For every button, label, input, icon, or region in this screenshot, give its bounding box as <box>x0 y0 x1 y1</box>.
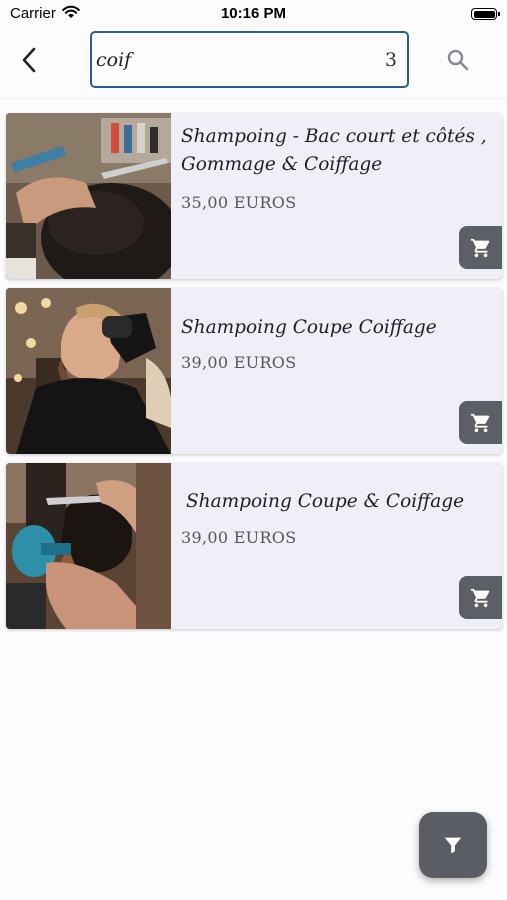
back-button[interactable] <box>14 44 44 76</box>
battery-icon <box>471 8 500 20</box>
search-input[interactable] <box>96 45 366 75</box>
product-card[interactable]: Shampoing - Bac court et côtés , Gommage… <box>6 113 502 279</box>
filter-icon <box>444 837 462 854</box>
cart-icon <box>470 238 489 257</box>
header-divider <box>0 98 507 99</box>
add-to-cart-button[interactable] <box>459 401 502 444</box>
status-bar: Carrier 10:16 PM <box>0 0 507 28</box>
search-button[interactable] <box>444 46 472 74</box>
product-title: Shampoing - Bac court et côtés , Gommage… <box>181 126 487 175</box>
product-card[interactable]: Shampoing Coupe & Coiffage 39,00 EUROS <box>6 463 502 629</box>
product-image <box>6 113 171 279</box>
product-card[interactable]: Shampoing Coupe Coiffage 39,00 EUROS <box>6 288 502 454</box>
search-box[interactable]: 3 <box>90 31 409 88</box>
cart-icon <box>470 588 489 607</box>
search-icon <box>447 49 469 71</box>
product-title: Shampoing Coupe Coiffage <box>181 317 437 338</box>
add-to-cart-button[interactable] <box>459 226 502 269</box>
cart-icon <box>470 413 489 432</box>
product-price: 39,00 EUROS <box>181 528 297 547</box>
add-to-cart-button[interactable] <box>459 576 502 619</box>
chevron-left-icon <box>22 47 36 73</box>
filter-button[interactable] <box>419 812 487 878</box>
product-image <box>6 288 171 454</box>
product-title: Shampoing Coupe & Coiffage <box>186 491 465 512</box>
product-price: 39,00 EUROS <box>181 353 297 372</box>
product-price: 35,00 EUROS <box>181 193 297 212</box>
search-result-count: 3 <box>384 49 397 71</box>
product-image <box>6 463 171 629</box>
status-time: 10:16 PM <box>220 5 287 22</box>
